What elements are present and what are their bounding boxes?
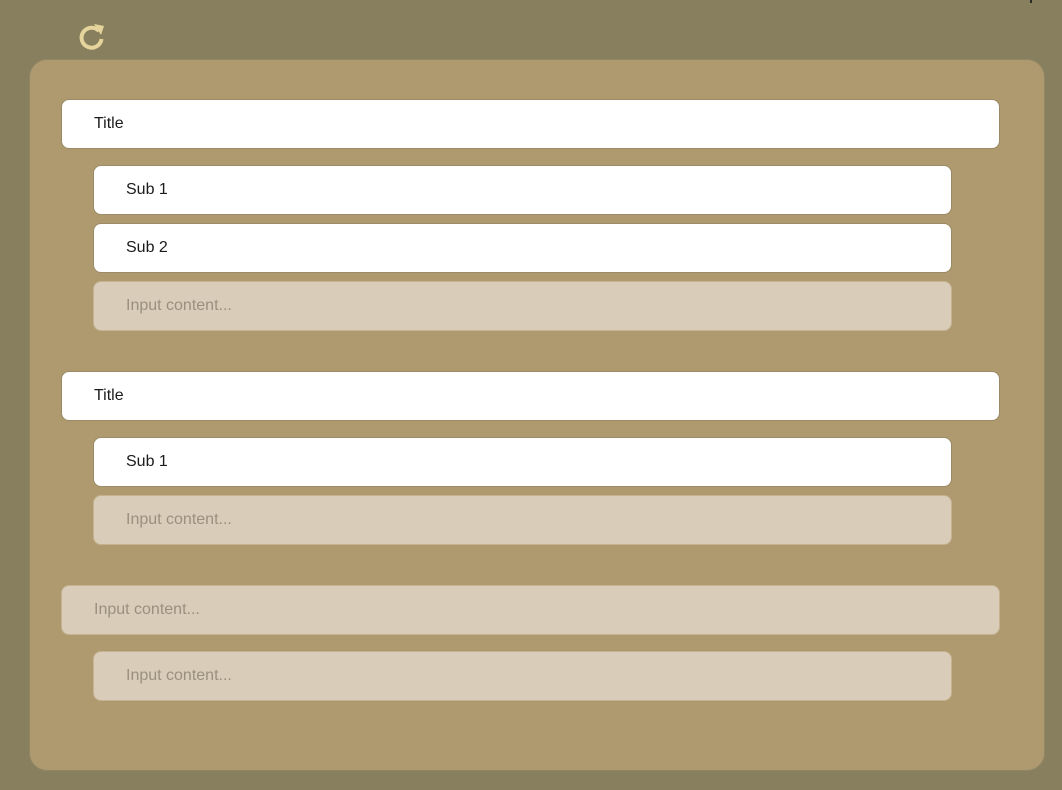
new-sub-input-row	[93, 651, 952, 701]
group-2-sub-1-label: Sub 1	[126, 453, 168, 470]
group-2-sub-1-row[interactable]: Sub 1	[93, 437, 952, 487]
refresh-icon	[79, 24, 104, 50]
page: Title Sub 1 Sub 2 Title Sub 1	[0, 0, 1062, 790]
group-2-sub-input[interactable]	[94, 496, 951, 544]
group-1-sub-input-row	[93, 281, 952, 331]
group-1-sub-1-label: Sub 1	[126, 181, 168, 198]
new-title-input-row	[61, 585, 1000, 635]
group-1-sub-2-label: Sub 2	[126, 239, 168, 256]
group-2-title: Title	[94, 387, 124, 404]
group-2-sub-input-row	[93, 495, 952, 545]
group-1-sub-input[interactable]	[94, 282, 951, 330]
group-2-title-row[interactable]: Title	[61, 371, 1000, 421]
refresh-button[interactable]	[77, 22, 107, 52]
new-title-input[interactable]	[62, 586, 999, 634]
group-1-title-row[interactable]: Title	[61, 99, 1000, 149]
corner-mark	[1030, 0, 1032, 3]
group-1-sub-1-row[interactable]: Sub 1	[93, 165, 952, 215]
group-1-title: Title	[94, 115, 124, 132]
group-1-sub-2-row[interactable]: Sub 2	[93, 223, 952, 273]
new-sub-input[interactable]	[94, 652, 951, 700]
outline-panel: Title Sub 1 Sub 2 Title Sub 1	[29, 59, 1045, 771]
